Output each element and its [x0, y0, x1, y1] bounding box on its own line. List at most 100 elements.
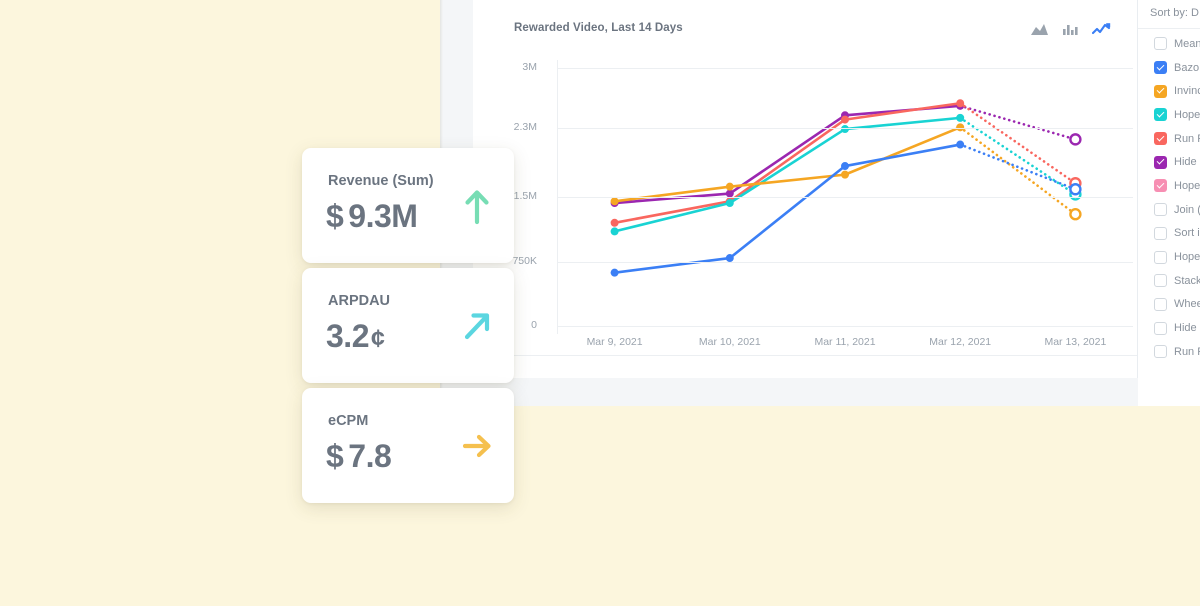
gridline: [557, 197, 1133, 198]
legend-checkbox[interactable]: [1154, 274, 1167, 288]
legend-item-whee[interactable]: Whee: [1138, 293, 1200, 317]
kpi-value: $7.8: [326, 438, 392, 475]
legend-checkbox[interactable]: [1154, 108, 1167, 122]
kpi-card-arpdau[interactable]: ARPDAU 3.2¢: [302, 268, 514, 383]
chart-plot-area: 0 750K 1.5M 2.3M 3M Mar 9, 2021 Mar 10, 2021 Ma…: [473, 0, 1138, 378]
legend-item-hope[interactable]: Hope: [1138, 174, 1200, 198]
series-data-point: [610, 197, 619, 206]
kpi-unit: ¢: [370, 325, 385, 353]
chart-series-layer: [610, 99, 1082, 277]
series-data-point: [725, 199, 734, 208]
legend-item-label: Hope: [1174, 251, 1200, 264]
series-forecast-marker: [1069, 133, 1082, 146]
gridline: [557, 68, 1133, 69]
series-forecast-line: [958, 126, 1077, 216]
legend-checkbox[interactable]: [1154, 84, 1167, 98]
trend-up-arrow-icon: [465, 190, 489, 225]
legend-item-stack[interactable]: Stack: [1138, 269, 1200, 293]
legend-item-label: Mean: [1174, 37, 1200, 50]
series-data-point: [956, 140, 965, 149]
legend-item-label: Whee: [1174, 298, 1200, 311]
x-axis-tick-label: Mar 11, 2021: [814, 336, 876, 348]
legend-item-label: Run F: [1174, 132, 1200, 145]
legend-item-label: Invinc: [1174, 85, 1200, 98]
kpi-number: 3.2: [326, 318, 369, 354]
series-solid-line: [613, 126, 962, 203]
app-shell: Rewarded Video, Last 14 Days 0 750K 1.5M 2.…: [0, 0, 1200, 606]
legend-item-invinc[interactable]: Invinc: [1138, 79, 1200, 103]
x-axis-tick-label: Mar 13, 2021: [1044, 336, 1107, 348]
kpi-label: Revenue (Sum): [328, 173, 434, 189]
kpi-value: 3.2¢: [326, 318, 385, 355]
legend-item-bazo[interactable]: Bazo: [1138, 56, 1200, 80]
series-data-point: [841, 162, 849, 171]
kpi-label: ARPDAU: [328, 293, 391, 309]
series-forecast-line: [958, 116, 1077, 196]
trend-up-right-arrow-icon: [464, 313, 490, 340]
x-axis-tick-label: Mar 9, 2021: [586, 336, 643, 348]
kpi-currency: $: [326, 198, 344, 234]
legend-checkbox[interactable]: [1154, 297, 1167, 311]
gridline: [557, 128, 1133, 130]
kpi-currency: $: [326, 438, 344, 474]
legend-checkbox[interactable]: [1154, 155, 1167, 169]
series-forecast-marker: [1069, 183, 1082, 196]
kpi-card-ecpm[interactable]: eCPM $7.8: [302, 388, 514, 503]
legend-item-hope[interactable]: Hope: [1138, 245, 1200, 269]
legend-item-label: Bazo: [1174, 61, 1200, 74]
kpi-card-revenue[interactable]: Revenue (Sum) $9.3M: [302, 148, 514, 263]
legend-checkbox[interactable]: [1154, 37, 1167, 51]
legend-checkbox[interactable]: [1154, 61, 1167, 75]
series-data-point: [610, 218, 619, 227]
trend-flat-right-arrow-icon: [462, 434, 491, 458]
legend-item-hope[interactable]: Hope: [1138, 103, 1200, 127]
y-axis-tick-label: 2.3M: [513, 121, 537, 134]
x-axis-tick-label: Mar 10, 2021: [698, 336, 761, 348]
series-data-point: [841, 115, 849, 124]
gridline: [557, 326, 1133, 327]
kpi-number: 7.8: [348, 438, 392, 474]
gridline: [557, 261, 1133, 263]
legend-item-label: Run F: [1174, 345, 1200, 358]
rewarded-video-chart-card: Rewarded Video, Last 14 Days 0 750K 1.5M 2.…: [473, 0, 1138, 378]
legend-checkbox[interactable]: [1154, 179, 1167, 193]
legend-item-label: Hide: [1174, 322, 1197, 335]
series-data-point: [956, 113, 965, 122]
legend-item-label: Stack: [1174, 274, 1200, 287]
legend-checkbox[interactable]: [1154, 345, 1167, 359]
legend-item-hide[interactable]: Hide: [1138, 316, 1200, 340]
legend-item-run-f[interactable]: Run F: [1138, 127, 1200, 151]
y-axis-tick-label: 3M: [522, 61, 537, 73]
legend-checkbox[interactable]: [1154, 203, 1167, 217]
sort-by-label[interactable]: Sort by: D: [1150, 7, 1199, 19]
kpi-label: eCPM: [328, 413, 369, 429]
legend-checkbox[interactable]: [1154, 132, 1167, 146]
legend-divider: [1138, 28, 1200, 29]
legend-item-join[interactable]: Join (: [1138, 198, 1200, 222]
series-forecast-marker: [1069, 207, 1082, 221]
legend-checkbox[interactable]: [1154, 250, 1167, 264]
legend-item-sort-i[interactable]: Sort i: [1138, 222, 1200, 246]
legend-item-label: Hope: [1174, 179, 1200, 192]
series-data-point: [610, 227, 619, 236]
legend-item-label: Join (: [1174, 203, 1200, 216]
legend-item-hide[interactable]: Hide: [1138, 150, 1200, 174]
series-data-point: [841, 170, 849, 179]
legend-item-run-f[interactable]: Run F: [1138, 340, 1200, 364]
series-bazo: [610, 140, 1082, 277]
legend-item-label: Hide: [1174, 156, 1197, 169]
series-data-point: [610, 268, 619, 277]
series-forecast-line: [958, 104, 1077, 141]
x-axis-tick-label: Mar 12, 2021: [929, 336, 992, 348]
legend-item-mean[interactable]: Mean: [1138, 32, 1200, 56]
legend-item-label: Hope: [1174, 108, 1200, 121]
series-solid-line: [613, 101, 962, 225]
series-solid-line: [613, 143, 962, 274]
legend-checkbox[interactable]: [1154, 321, 1167, 335]
legend-checkbox[interactable]: [1154, 226, 1167, 240]
kpi-number: 9.3M: [348, 198, 418, 234]
legend-item-label: Sort i: [1174, 227, 1200, 240]
kpi-value: $9.3M: [326, 198, 418, 235]
series-data-point: [725, 182, 734, 191]
x-axis-rule: [473, 355, 1138, 356]
